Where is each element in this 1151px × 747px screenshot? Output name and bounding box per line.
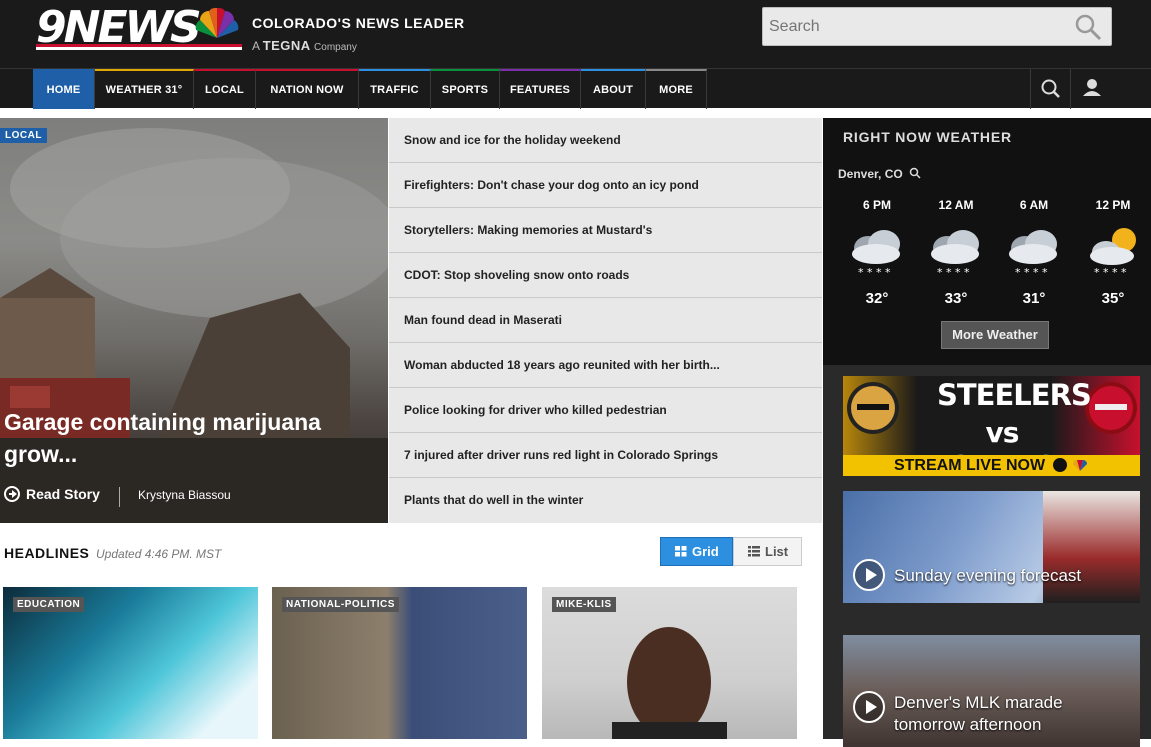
video-promo[interactable]: Denver's MLK marade tomorrow afternoon: [843, 635, 1140, 747]
nav-traffic[interactable]: TRAFFIC: [359, 69, 431, 109]
read-story-link[interactable]: Read Story: [4, 486, 100, 502]
weather-widget: RIGHT NOW WEATHER Denver, CO 6 PM 12 AM …: [823, 118, 1151, 365]
steelers-chiefs-ad[interactable]: STEELERS vs CHIEFS STREAM LIVE NOW: [843, 376, 1140, 476]
weather-location[interactable]: Denver, CO: [838, 167, 921, 181]
snow-cloud-icon: * * * *: [1009, 230, 1057, 279]
forecast-temp: 32°: [865, 290, 889, 307]
weather-title: RIGHT NOW WEATHER: [843, 129, 1012, 145]
site-header: 9NEWS COLORADO'S NEWS LEADER A TEGNA Com…: [0, 0, 1151, 68]
hero-author: Krystyna Biassou: [138, 488, 231, 502]
arrow-circle-icon: [4, 486, 20, 502]
play-icon: [1052, 458, 1067, 472]
hero-headline[interactable]: Garage containing marijuana grow...: [4, 406, 374, 470]
story-link[interactable]: Police looking for driver who killed ped…: [389, 388, 822, 433]
headline-card[interactable]: MIKE-KLIS: [542, 587, 797, 739]
play-icon: [853, 559, 885, 591]
svg-text:* * * *: * * * *: [1015, 266, 1048, 279]
tegna-name: TEGNA: [262, 38, 311, 53]
snow-cloud-icon: * * * *: [931, 230, 979, 279]
nbc-peacock-icon: [1073, 460, 1087, 471]
nav-local[interactable]: LOCAL: [194, 69, 256, 109]
svg-text:* * * *: * * * *: [858, 266, 891, 279]
forecast-hour: 6 AM: [1019, 198, 1049, 212]
forecast-temp: 35°: [1101, 290, 1125, 307]
nav-about[interactable]: ABOUT: [581, 69, 646, 109]
more-weather-button[interactable]: More Weather: [941, 321, 1049, 349]
tagline: COLORADO'S NEWS LEADER: [252, 15, 465, 31]
search-icon: [909, 167, 921, 179]
main-nav: HOME WEATHER 31° LOCAL NATION NOW TRAFFI…: [0, 68, 1151, 109]
tegna-prefix: A: [252, 39, 260, 53]
tegna-credit: A TEGNA Company: [252, 38, 357, 53]
nav-more[interactable]: MORE: [646, 69, 707, 109]
nav-account-button[interactable]: [1070, 69, 1110, 109]
logo-stripe: [36, 44, 242, 50]
nav-home[interactable]: HOME: [33, 69, 95, 109]
headline-card[interactable]: EDUCATION: [3, 587, 258, 739]
grid-label: Grid: [692, 544, 719, 559]
forecast-hour: 6 PM: [862, 198, 891, 212]
list-view-button[interactable]: List: [733, 537, 802, 566]
updated-timestamp: Updated 4:46 PM. MST: [96, 547, 222, 561]
tegna-suffix: Company: [314, 42, 357, 53]
grid-view-button[interactable]: Grid: [660, 537, 733, 566]
category-tag[interactable]: EDUCATION: [13, 597, 85, 612]
forecast-hour: 12 AM: [938, 198, 974, 212]
forecast-hour: 12 PM: [1095, 198, 1131, 212]
ad-cta-label: STREAM LIVE NOW: [893, 457, 1046, 474]
divider: [119, 487, 120, 507]
svg-text:* * * *: * * * *: [937, 266, 970, 279]
play-icon: [853, 691, 885, 723]
ad-cta: STREAM LIVE NOW: [843, 455, 1140, 476]
ad-headline: STEELERS: [937, 378, 1092, 412]
search-input[interactable]: [769, 16, 1069, 38]
category-tag[interactable]: LOCAL: [0, 128, 47, 143]
list-label: List: [765, 544, 789, 559]
story-link[interactable]: Plants that do well in the winter: [389, 478, 822, 523]
user-icon: [1083, 79, 1101, 96]
video-title: Sunday evening forecast: [894, 566, 1082, 585]
nav-features[interactable]: FEATURES: [500, 69, 581, 109]
snow-sun-icon: * * * *: [1090, 228, 1136, 279]
category-tag[interactable]: MIKE-KLIS: [552, 597, 616, 612]
nav-sports[interactable]: SPORTS: [431, 69, 500, 109]
grid-icon: [675, 546, 687, 557]
search-box: [762, 7, 1112, 46]
story-link[interactable]: Man found dead in Maserati: [389, 298, 822, 343]
story-link[interactable]: Snow and ice for the holiday weekend: [389, 118, 822, 163]
nbc-peacock-icon: [195, 7, 239, 38]
search-icon[interactable]: [1073, 13, 1103, 41]
search-icon: [1041, 79, 1060, 98]
forecast-temp: 33°: [944, 290, 968, 307]
nav-weather[interactable]: WEATHER 31°: [95, 69, 194, 109]
svg-text:* * * *: * * * *: [1094, 266, 1127, 279]
read-story-label: Read Story: [26, 486, 100, 502]
forecast-temp: 31°: [1022, 290, 1046, 307]
story-link[interactable]: Firefighters: Don't chase your dog onto …: [389, 163, 822, 208]
video-promo[interactable]: Sunday evening forecast: [843, 491, 1140, 603]
top-stories-list: Snow and ice for the holiday weekend Fir…: [389, 118, 822, 523]
video-title: Denver's MLK marade tomorrow afternoon: [894, 693, 1063, 734]
right-rail: RIGHT NOW WEATHER Denver, CO 6 PM 12 AM …: [823, 118, 1151, 747]
list-icon: [748, 546, 760, 557]
headline-card[interactable]: NATIONAL-POLITICS: [272, 587, 527, 739]
story-link[interactable]: 7 injured after driver runs red light in…: [389, 433, 822, 478]
9news-logo[interactable]: 9NEWS: [36, 4, 244, 54]
story-link[interactable]: CDOT: Stop shoveling snow onto roads: [389, 253, 822, 298]
nav-search-button[interactable]: [1030, 69, 1070, 109]
location-label: Denver, CO: [838, 167, 903, 181]
story-link[interactable]: Storytellers: Making memories at Mustard…: [389, 208, 822, 253]
snow-cloud-icon: * * * *: [852, 230, 900, 279]
nav-nation-now[interactable]: NATION NOW: [256, 69, 359, 109]
category-tag[interactable]: NATIONAL-POLITICS: [282, 597, 399, 612]
section-title: HEADLINES: [4, 545, 90, 561]
story-link[interactable]: Woman abducted 18 years ago reunited wit…: [389, 343, 822, 388]
